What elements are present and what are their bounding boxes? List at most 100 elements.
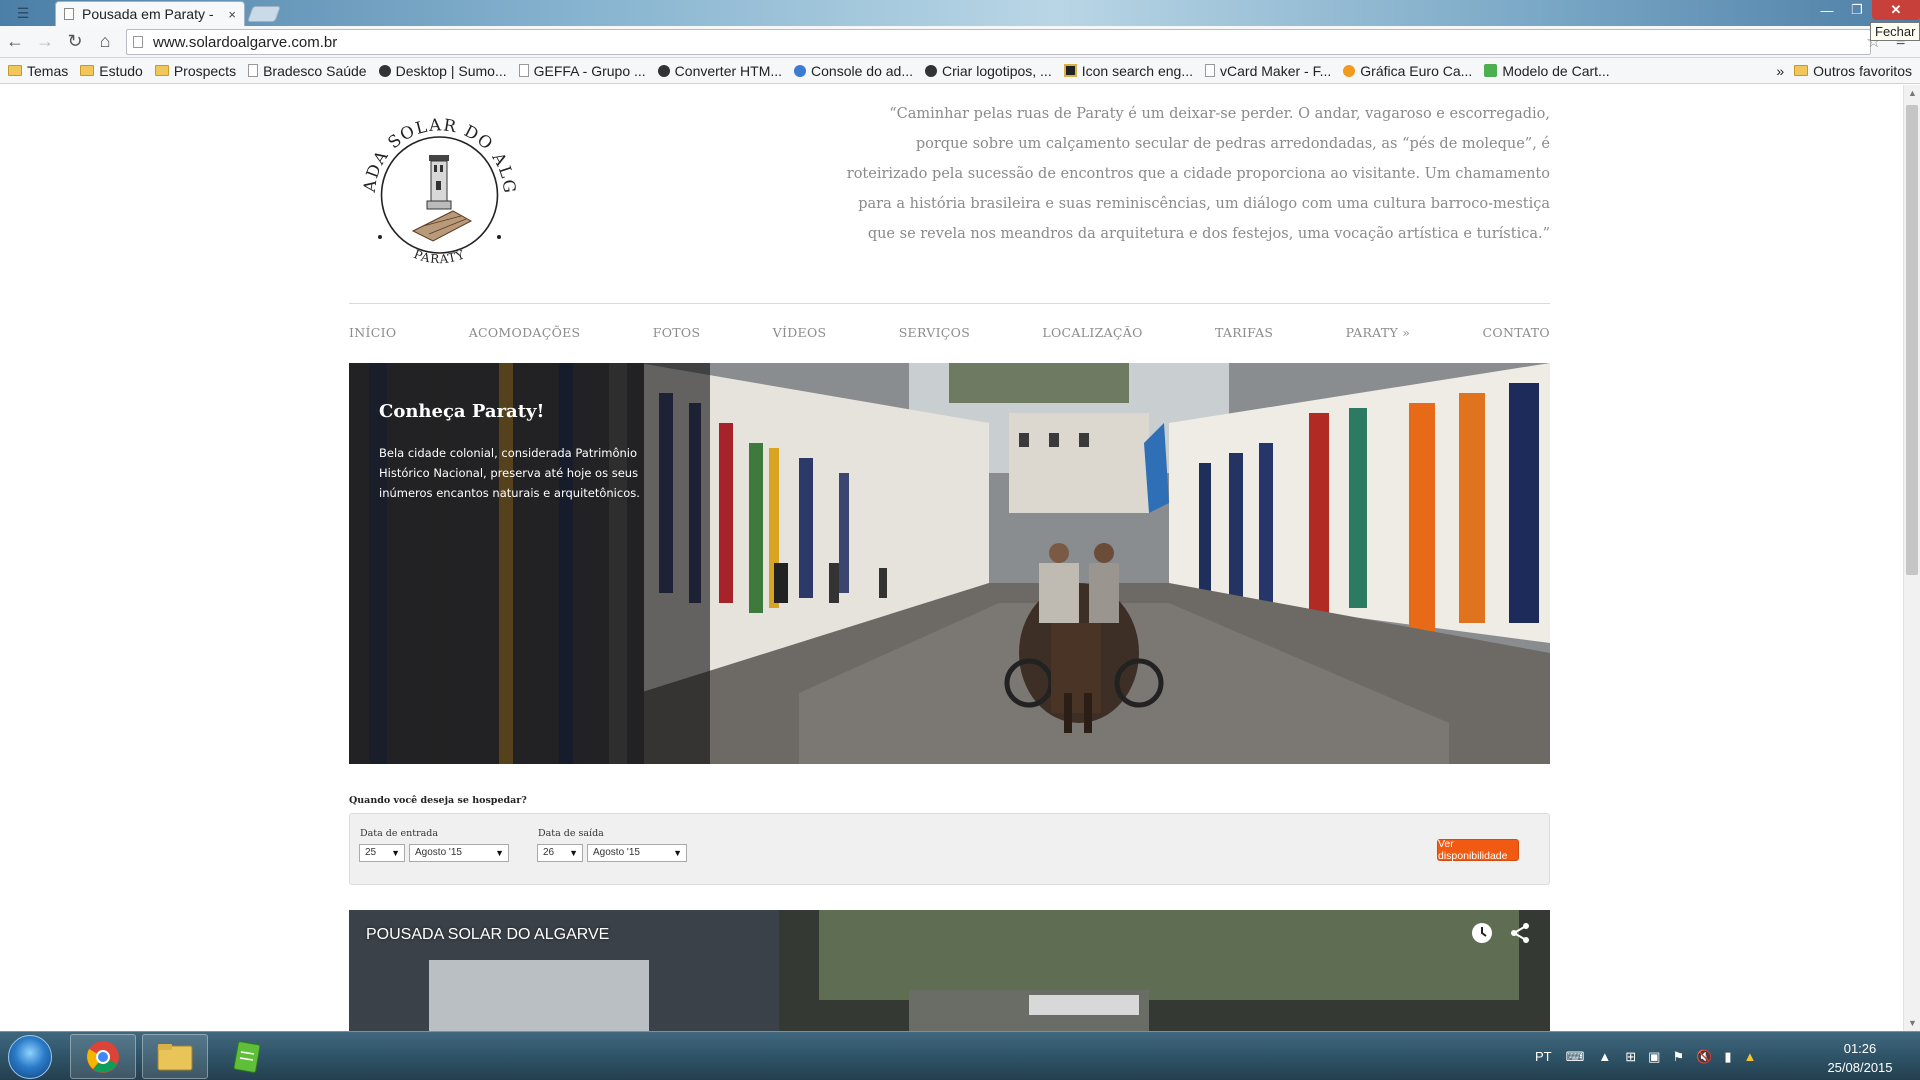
bookmark-item[interactable]: Gráfica Euro Ca... xyxy=(1343,63,1472,79)
orange-icon xyxy=(1343,64,1356,77)
blue-icon xyxy=(794,64,807,77)
notepad-icon xyxy=(233,1040,261,1073)
browser-toolbar: ← → ↻ ⌂ www.solardoalgarve.com.br xyxy=(0,26,1920,58)
hero-caption-overlay: Conheça Paraty! Bela cidade colonial, co… xyxy=(349,363,710,764)
device-icon[interactable]: ▣ xyxy=(1648,1049,1660,1065)
page-icon xyxy=(1205,64,1216,77)
check-availability-button[interactable]: Ver disponibilidade xyxy=(1437,838,1519,862)
windows-taskbar: PT ⌨ ▲ ⊞ ▣ ⚑ 🔇 ▮ ▲ 01:26 25/08/2015 xyxy=(0,1031,1920,1080)
close-window-button[interactable]: ✕ xyxy=(1872,0,1920,20)
hero-text: Bela cidade colonial, considerada Patrim… xyxy=(379,446,640,500)
start-button[interactable] xyxy=(8,1035,52,1079)
checkout-day-select[interactable]: 26 xyxy=(537,844,583,862)
browser-user-icon[interactable]: ☰ xyxy=(4,2,42,24)
bookmark-item[interactable]: Desktop | Sumo... xyxy=(378,63,507,79)
nav-item-fotos[interactable]: FOTOS xyxy=(653,325,701,340)
bookmarks-more-button[interactable]: » xyxy=(1776,63,1784,79)
reload-icon[interactable]: ↻ xyxy=(60,31,90,52)
checkin-day-select[interactable]: 25 xyxy=(359,844,405,862)
scroll-thumb[interactable] xyxy=(1906,105,1918,575)
nav-item-inicio[interactable]: INÍCIO xyxy=(349,325,396,340)
address-bar[interactable]: www.solardoalgarve.com.br xyxy=(126,29,1871,55)
bookmark-label: Bradesco Saúde xyxy=(263,62,367,79)
bookmark-item[interactable]: vCard Maker - F... xyxy=(1205,63,1331,79)
taskbar-notes[interactable] xyxy=(214,1034,280,1079)
chrome-icon xyxy=(87,1040,119,1073)
bookmark-item[interactable]: Converter HTM... xyxy=(657,62,783,79)
page-viewport: POUSADA SOLAR DO ALGARVE PARATY “Caminha… xyxy=(0,85,1903,1031)
bookmark-label: Console do ad... xyxy=(811,62,913,79)
browser-tab[interactable]: Pousada em Paraty - × xyxy=(55,1,245,26)
network-signal-icon[interactable]: ▮ xyxy=(1724,1049,1731,1065)
language-indicator[interactable]: PT xyxy=(1535,1049,1552,1064)
tab-close-icon[interactable]: × xyxy=(228,7,236,22)
bookmark-item[interactable]: Criar logotipos, ... xyxy=(925,63,1052,79)
bookmark-label: Estudo xyxy=(99,62,143,79)
bookmark-label: Outros favoritos xyxy=(1813,62,1912,79)
pousada-logo[interactable]: POUSADA SOLAR DO ALGARVE PARATY xyxy=(353,103,526,276)
system-tray: PT ⌨ ▲ ⊞ ▣ ⚑ 🔇 ▮ ▲ xyxy=(1535,1032,1756,1080)
booking-form: Data de entrada 25 Agosto '15 Data de sa… xyxy=(349,813,1550,885)
bookmark-label: Converter HTM... xyxy=(674,62,783,79)
page-icon xyxy=(518,64,529,77)
clock-time: 01:26 xyxy=(1843,1041,1877,1056)
tray-expand-icon[interactable]: ▲ xyxy=(1598,1049,1611,1064)
main-navigation: INÍCIO ACOMODAÇÕES FOTOS VÍDEOS SERVIÇOS… xyxy=(349,325,1550,340)
page-icon xyxy=(248,64,259,77)
bookmark-item[interactable]: Modelo de Cart... xyxy=(1484,63,1610,79)
nav-item-localizacao[interactable]: LOCALIZAÇÃO xyxy=(1042,325,1142,340)
nav-item-tarifas[interactable]: TARIFAS xyxy=(1215,325,1273,340)
maximize-button[interactable]: ❐ xyxy=(1842,0,1872,20)
bookmark-item[interactable]: GEFFA - Grupo ... xyxy=(518,63,646,79)
tab-title: Pousada em Paraty - xyxy=(82,6,214,22)
url-text: www.solardoalgarve.com.br xyxy=(153,33,338,51)
minimize-button[interactable]: — xyxy=(1812,0,1842,20)
windows-flag-icon[interactable]: ⊞ xyxy=(1625,1049,1636,1065)
bookmark-item[interactable]: Prospects xyxy=(154,63,236,79)
bookmark-item[interactable]: Bradesco Saúde xyxy=(248,63,367,79)
checkout-label: Data de saída xyxy=(538,828,604,839)
taskbar-chrome[interactable] xyxy=(70,1034,136,1079)
paraty-quote: “Caminhar pelas ruas de Paraty é um deix… xyxy=(846,106,1550,242)
video-player[interactable]: POUSADA SOLAR DO ALGARVE xyxy=(349,910,1550,1031)
nav-item-videos[interactable]: VÍDEOS xyxy=(773,325,827,340)
video-title: POUSADA SOLAR DO ALGARVE xyxy=(366,926,610,943)
scroll-up-icon[interactable]: ▲ xyxy=(1904,85,1920,101)
bookmark-label: Gráfica Euro Ca... xyxy=(1360,62,1473,79)
nav-item-contato[interactable]: CONTATO xyxy=(1483,325,1550,340)
bookmark-item[interactable]: Icon search eng... xyxy=(1063,63,1193,79)
bookmark-item[interactable]: Estudo xyxy=(80,63,143,79)
nav-item-paraty[interactable]: PARATY » xyxy=(1346,325,1411,340)
checkout-day-value: 26 xyxy=(543,847,555,858)
checkout-month-select[interactable]: Agosto '15 xyxy=(587,844,687,862)
clock-icon[interactable] xyxy=(1471,922,1493,944)
window-controls: — ❐ ✕ xyxy=(1812,0,1920,20)
nav-item-servicos[interactable]: SERVIÇOS xyxy=(899,325,970,340)
logo-bottom-text: PARATY xyxy=(412,247,466,266)
nav-divider xyxy=(349,303,1550,304)
hero-slideshow[interactable]: Conheça Paraty! Bela cidade colonial, co… xyxy=(349,363,1550,764)
bookmark-item[interactable]: Temas xyxy=(8,63,68,79)
folder-icon xyxy=(8,65,22,76)
forward-arrow-icon[interactable]: → xyxy=(30,31,60,52)
home-icon[interactable]: ⌂ xyxy=(90,31,120,52)
checkin-day-value: 25 xyxy=(365,847,377,858)
page-scrollbar[interactable]: ▲ ▼ xyxy=(1903,85,1920,1031)
taskbar-explorer[interactable] xyxy=(142,1034,208,1079)
checkin-month-select[interactable]: Agosto '15 xyxy=(409,844,509,862)
share-icon[interactable] xyxy=(1509,922,1531,944)
bookmark-item[interactable]: Console do ad... xyxy=(794,63,913,79)
checkin-month-value: Agosto '15 xyxy=(415,847,462,858)
system-clock[interactable]: 01:26 25/08/2015 xyxy=(1810,1039,1910,1077)
back-arrow-icon[interactable]: ← xyxy=(0,31,30,52)
keyboard-icon[interactable]: ⌨ xyxy=(1566,1049,1585,1065)
volume-muted-icon[interactable]: 🔇 xyxy=(1696,1049,1712,1065)
dark-icon xyxy=(378,64,391,77)
new-tab-button[interactable] xyxy=(247,6,281,22)
action-center-flag-icon[interactable]: ⚑ xyxy=(1672,1049,1684,1065)
other-bookmarks-folder[interactable]: Outros favoritos xyxy=(1794,63,1912,79)
scroll-down-icon[interactable]: ▼ xyxy=(1904,1015,1920,1031)
nav-item-acomodacoes[interactable]: ACOMODAÇÕES xyxy=(469,325,581,340)
google-drive-icon[interactable]: ▲ xyxy=(1743,1049,1756,1064)
clock-date: 25/08/2015 xyxy=(1827,1060,1893,1075)
